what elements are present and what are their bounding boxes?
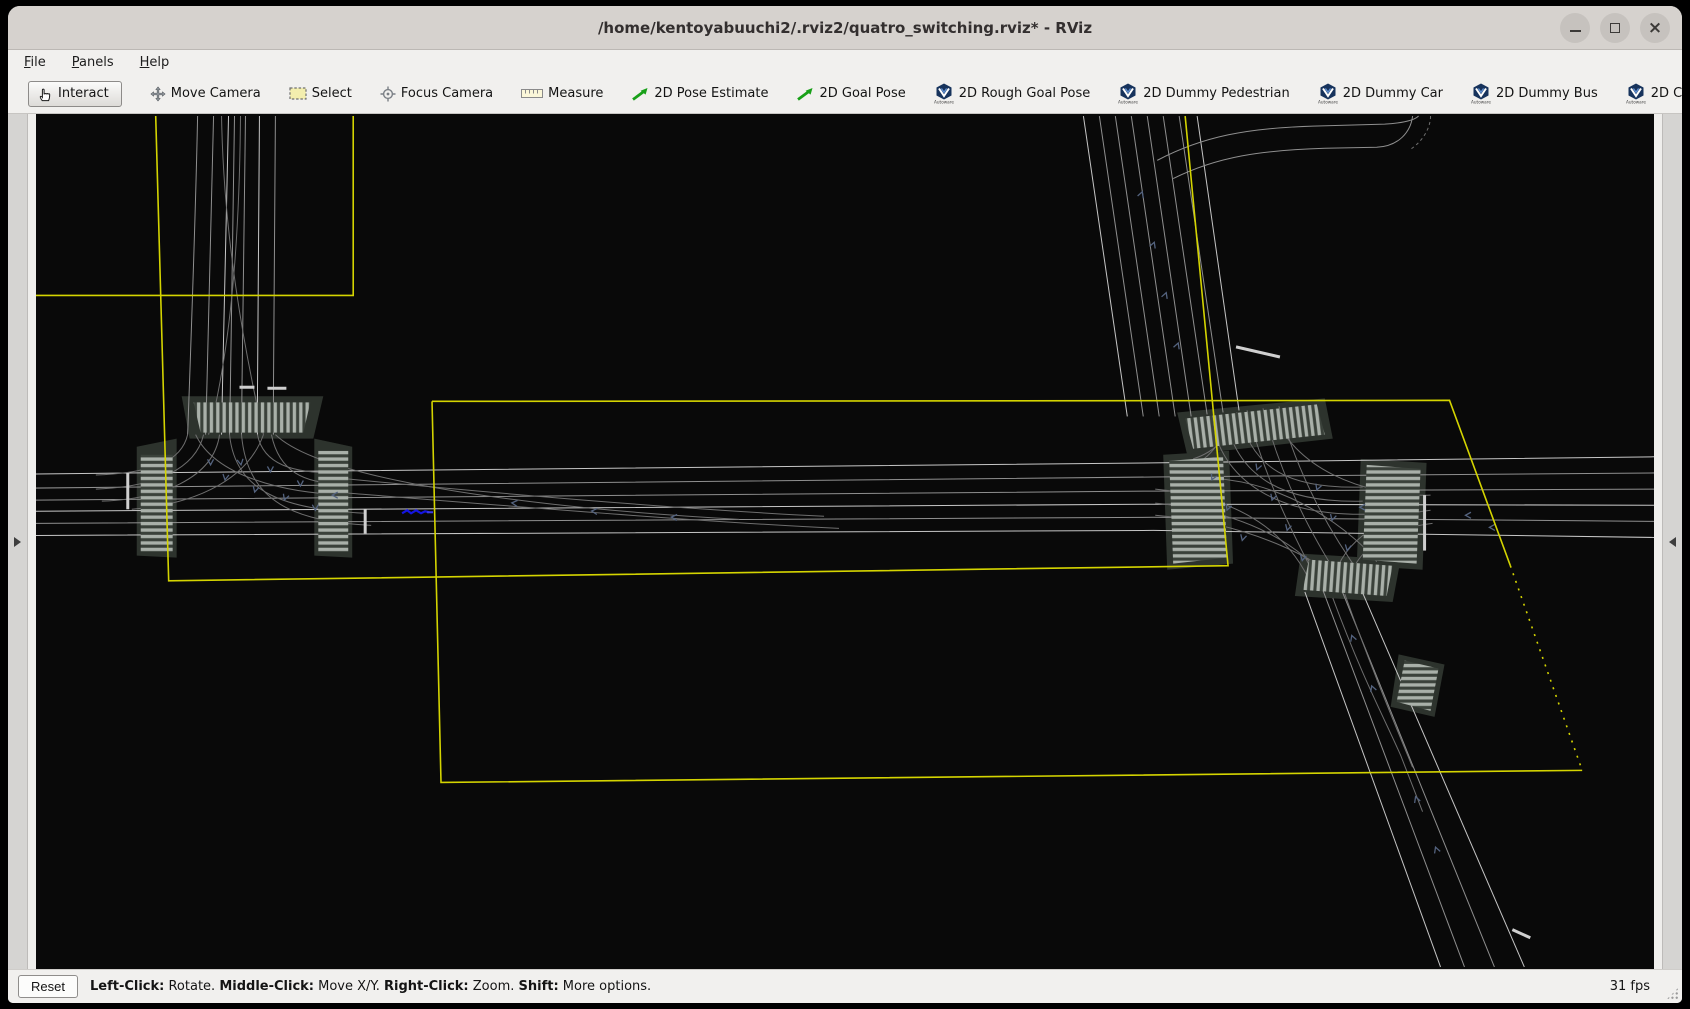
tool-select[interactable]: Select (285, 82, 356, 105)
titlebar[interactable]: /home/kentoyabuuchi2/.rviz2/quatro_switc… (8, 6, 1682, 50)
boundary-large (432, 400, 1582, 782)
tool-interact[interactable]: Interact (28, 81, 122, 107)
green-arrow-icon (631, 86, 649, 102)
menu-panels[interactable]: Panels (72, 55, 114, 70)
maximize-button[interactable] (1600, 13, 1630, 43)
3d-viewport[interactable] (36, 114, 1654, 969)
lanelet-map-scene (36, 114, 1654, 969)
center-area (8, 114, 1682, 969)
measure-icon (521, 88, 543, 99)
boundary-top-left (36, 116, 353, 295)
svg-text:Autoware: Autoware (1471, 100, 1491, 105)
svg-text:Autoware: Autoware (1318, 100, 1338, 105)
reset-button[interactable]: Reset (18, 975, 78, 998)
mouse-hints: Left-Click: Rotate. Middle-Click: Move X… (90, 979, 651, 994)
tool-move-camera[interactable]: Move Camera (146, 82, 265, 106)
autoware-icon: Autoware (1118, 83, 1138, 104)
map-boundary-polygons (36, 116, 1582, 782)
close-button[interactable]: × (1640, 13, 1670, 43)
tool-focus-camera[interactable]: Focus Camera (376, 82, 497, 106)
road-surface-patches (137, 396, 1445, 717)
focus-camera-icon (380, 86, 396, 102)
close-icon: × (1648, 20, 1662, 37)
tool-2d-dummy-pedestrian[interactable]: Autoware 2D Dummy Pedestrian (1114, 79, 1293, 108)
rviz-window: /home/kentoyabuuchi2/.rviz2/quatro_switc… (8, 6, 1682, 1003)
expand-right-panel-button[interactable] (1665, 531, 1681, 553)
menu-file[interactable]: File (24, 55, 46, 70)
autoware-icon: Autoware (934, 83, 954, 104)
statusbar: Reset Left-Click: Rotate. Middle-Click: … (8, 969, 1682, 1003)
maximize-icon (1610, 23, 1620, 33)
right-gutter (1654, 114, 1662, 969)
tool-2d-dummy-car[interactable]: Autoware 2D Dummy Car (1314, 79, 1447, 108)
menubar: File Panels Help (8, 50, 1682, 74)
left-gutter (28, 114, 36, 969)
tool-2d-checkpoint-pose[interactable]: Autoware 2D Checkpoint Pose (1622, 79, 1682, 108)
autoware-icon: Autoware (1626, 83, 1646, 104)
hand-icon (37, 86, 53, 102)
svg-text:Autoware: Autoware (1626, 100, 1646, 105)
minimize-icon (1570, 30, 1581, 32)
minimize-button[interactable] (1560, 13, 1590, 43)
expand-left-panel-button[interactable] (10, 531, 26, 553)
left-panel-rail (8, 114, 28, 969)
ego-pose-marker (402, 510, 433, 513)
tool-measure[interactable]: Measure (517, 82, 607, 105)
tool-2d-dummy-bus[interactable]: Autoware 2D Dummy Bus (1467, 79, 1602, 108)
right-panel-rail (1662, 114, 1682, 969)
toolbar: Interact Move Camera Select Focus Camera (8, 74, 1682, 114)
fps-counter: 31 fps (1610, 979, 1650, 994)
autoware-icon: Autoware (1318, 83, 1338, 104)
tool-2d-rough-goal-pose[interactable]: Autoware 2D Rough Goal Pose (930, 79, 1095, 108)
svg-text:Autoware: Autoware (934, 100, 954, 105)
boundary-large-dotted-edge (1510, 566, 1582, 771)
window-title: /home/kentoyabuuchi2/.rviz2/quatro_switc… (8, 19, 1682, 37)
chevron-right-icon (14, 537, 21, 547)
move-camera-icon (150, 86, 166, 102)
lane-direction-arrows (208, 191, 1495, 854)
menu-help[interactable]: Help (140, 55, 170, 70)
tool-2d-goal-pose[interactable]: 2D Goal Pose (792, 82, 909, 106)
green-arrow-icon (796, 86, 814, 102)
resize-grip[interactable] (1666, 987, 1679, 1000)
svg-text:Autoware: Autoware (1118, 100, 1138, 105)
chevron-left-icon (1669, 537, 1676, 547)
select-icon (289, 87, 307, 100)
autoware-icon: Autoware (1471, 83, 1491, 104)
tool-2d-pose-estimate[interactable]: 2D Pose Estimate (627, 82, 772, 106)
